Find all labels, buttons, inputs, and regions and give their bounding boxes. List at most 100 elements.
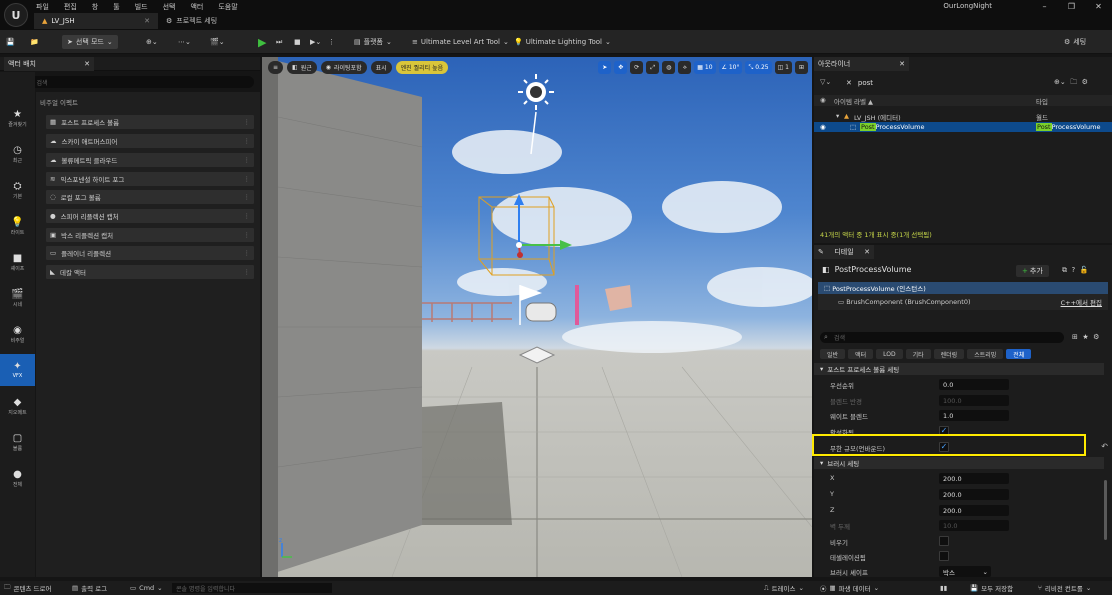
list-item[interactable]: ▭ 플레이너 리플렉션 ⋮ <box>46 246 254 260</box>
drag-handle-icon[interactable]: ⋮ <box>244 249 251 257</box>
col-type[interactable]: 타입 <box>1036 96 1048 106</box>
step-button[interactable]: ⏭ <box>276 35 282 49</box>
details-scrollbar[interactable] <box>1104 480 1107 540</box>
outliner-row-postprocess[interactable]: ◉ ⬚ PostProcessVolume PostProcessVolume <box>814 122 1112 132</box>
list-item[interactable]: ▣ 박스 리플렉션 캡처 ⋮ <box>46 228 254 242</box>
list-item[interactable]: ◌ 로컬 포그 볼륨 ⋮ <box>46 190 254 204</box>
drag-handle-icon[interactable]: ⋮ <box>244 231 251 239</box>
close-icon[interactable]: ✕ <box>864 248 870 256</box>
content-icon[interactable]: 📁 <box>30 35 39 49</box>
rotation-snap-button[interactable]: ∠ 10° <box>718 61 743 74</box>
edit-in-cpp-link[interactable]: C++에서 편집 <box>1061 297 1102 307</box>
select-tool-icon[interactable]: ➤ <box>598 61 612 74</box>
brush-y-input[interactable]: 200.0 <box>939 489 1009 500</box>
blueprint-button[interactable]: ⋯⌄ <box>178 35 191 49</box>
drag-handle-icon[interactable]: ⋮ <box>244 137 251 145</box>
blend-radius-input[interactable]: 100.0 <box>939 395 1009 406</box>
drag-handle-icon[interactable]: ⋮ <box>244 193 251 201</box>
trace-button[interactable]: ⎍ 트레이스 ⌄ <box>764 583 804 594</box>
actor-name[interactable]: PostProcessVolume <box>835 265 912 274</box>
tab-place-actors[interactable]: 액터 배치 ✕ <box>4 56 94 71</box>
menu-actor[interactable]: 액터 <box>190 2 203 12</box>
menu-build[interactable]: 빌드 <box>135 2 148 12</box>
category-volumes[interactable]: ▢ 볼륨 <box>0 426 35 458</box>
filter-all[interactable]: 전체 <box>1006 349 1032 359</box>
list-item[interactable]: ≋ 익스포넨셜 하이트 포그 ⋮ <box>46 172 254 186</box>
show-button[interactable]: 표시 <box>370 61 392 74</box>
maximize-button[interactable]: ❐ <box>1058 2 1085 11</box>
unreal-logo-icon[interactable]: U <box>4 3 28 27</box>
list-item[interactable]: ● 스피어 리플렉션 캡처 ⋮ <box>46 209 254 223</box>
list-item[interactable]: ▦ 포스트 프로세스 볼륨 ⋮ <box>46 115 254 129</box>
ult-lighting-dropdown[interactable]: 💡 Ultimate Lighting Tool ⌄ <box>514 35 611 49</box>
category-visual[interactable]: ◉ 비주얼 <box>0 318 35 350</box>
brush-x-input[interactable]: 200.0 <box>939 473 1009 484</box>
add-actor-button[interactable]: ⊕⌄ <box>146 35 158 49</box>
content-drawer-button[interactable]: 🗀 콘텐츠 드로어 <box>4 583 51 594</box>
category-geometry[interactable]: ◆ 지오메트 <box>0 390 35 422</box>
minimize-button[interactable]: – <box>1031 2 1058 11</box>
hollow-checkbox[interactable] <box>939 536 949 546</box>
select-mode-dropdown[interactable]: ➤ 선택 모드 ⌄ <box>62 35 118 49</box>
maximize-viewport-icon[interactable]: ⊞ <box>795 61 808 74</box>
play-options-button[interactable]: ▶⌄ <box>310 35 321 49</box>
filter-rendering[interactable]: 렌더링 <box>933 349 965 359</box>
save-all-button[interactable]: 💾 모두 저장함 <box>970 583 1013 593</box>
translate-tool-icon[interactable]: ✥ <box>614 61 628 74</box>
grid-snap-button[interactable]: ▦ 10 <box>694 61 716 74</box>
filter-streaming[interactable]: 스트리밍 <box>967 349 1004 359</box>
drag-handle-icon[interactable]: ⋮ <box>244 212 251 220</box>
add-component-button[interactable]: + 추가 <box>1016 265 1049 277</box>
scalability-warning-button[interactable]: 엔진 퀄리티 높음 <box>395 61 449 74</box>
surface-snap-icon[interactable]: ⟡ <box>678 61 692 74</box>
menu-help[interactable]: 도움말 <box>218 2 237 12</box>
menu-edit[interactable]: 편집 <box>64 2 77 12</box>
category-vfx[interactable]: ✦ VFX <box>0 354 35 386</box>
component-child-row[interactable]: ▭ BrushComponent (BrushComponent0) C++에서… <box>818 296 1108 308</box>
cmd-dropdown[interactable]: ▭ Cmd ⌄ <box>130 583 163 593</box>
expand-arrow-icon[interactable]: ▾ <box>836 112 839 120</box>
revision-control-button[interactable]: ⑂ 리비전 컨트롤 ⌄ <box>1038 583 1091 593</box>
wall-thickness-input[interactable]: 10.0 <box>939 520 1009 531</box>
list-item[interactable]: ◣ 데칼 액터 ⋮ <box>46 265 254 279</box>
tab-level[interactable]: ▲ LV_JSH ✕ <box>34 13 158 29</box>
ult-level-art-dropdown[interactable]: ≡ Ultimate Level Art Tool ⌄ <box>412 35 509 49</box>
category-cinematic[interactable]: 🎬 시네 <box>0 282 35 314</box>
view-mode-button[interactable]: ◉ 라이팅포함 <box>320 61 367 74</box>
priority-input[interactable]: 0.0 <box>939 379 1009 390</box>
add-icon[interactable]: ⊕⌄ <box>1054 78 1066 86</box>
gear-icon[interactable]: ⚙ <box>1082 78 1088 86</box>
blend-weight-input[interactable]: 1.0 <box>939 410 1009 421</box>
play-button[interactable]: ▶ <box>258 35 266 49</box>
output-log-button[interactable]: ▤ 출력 로그 <box>72 583 107 593</box>
category-shapes[interactable]: ■ 셰이프 <box>0 246 35 278</box>
reset-to-default-icon[interactable]: ↶ <box>1101 442 1108 451</box>
console-command-input[interactable]: 콘솔 명령을 입력합니다 <box>172 583 332 593</box>
tessellated-checkbox[interactable] <box>939 551 949 561</box>
filter-misc[interactable]: 기타 <box>905 349 931 359</box>
close-window-button[interactable]: ✕ <box>1085 2 1112 11</box>
stop-button[interactable]: ■ <box>294 35 301 49</box>
menu-file[interactable]: 파일 <box>36 2 49 12</box>
list-item[interactable]: ☁ 스카이 애트머스피어 ⋮ <box>46 134 254 148</box>
grid-view-icon[interactable]: ⊞ <box>1072 333 1078 341</box>
visibility-eye-icon[interactable]: ◉ <box>820 123 826 131</box>
outliner-search-input[interactable]: ✕ post <box>846 77 1046 88</box>
category-recent[interactable]: ◷ 최근 <box>0 138 35 170</box>
col-item-label[interactable]: 아이템 라벨 ▲ <box>834 96 873 106</box>
level-viewport[interactable]: z ≡ ◧ 원근 ◉ 라이팅포함 표시 엔진 퀄리티 높음 ➤ ✥ ⟳ ⤢ ◍ ⟡ … <box>262 57 812 577</box>
perspective-button[interactable]: ◧ 원근 <box>287 61 317 74</box>
close-icon[interactable]: ✕ <box>899 60 905 68</box>
category-favorites[interactable]: ★ 즐겨찾기 <box>0 102 35 134</box>
more-options-icon[interactable]: ⋮ <box>328 35 335 49</box>
close-icon[interactable]: ✕ <box>144 17 150 25</box>
outliner-row-world[interactable]: ▾ ▲ LV_JSH (에디터) 월드 <box>814 111 1112 122</box>
blueprint-icon[interactable]: ⧉ <box>1062 266 1067 274</box>
drag-handle-icon[interactable]: ⋮ <box>244 156 251 164</box>
eye-icon[interactable]: ◉ <box>820 96 826 104</box>
world-space-icon[interactable]: ◍ <box>662 61 676 74</box>
platforms-dropdown[interactable]: ▤ 플랫폼 ⌄ <box>354 35 392 49</box>
component-root-row[interactable]: ⬚ PostProcessVolume (인스턴스) <box>818 282 1108 294</box>
category-basic[interactable]: ⛭ 기본 <box>0 174 35 206</box>
folder-icon[interactable]: 🗀 <box>1070 78 1077 86</box>
